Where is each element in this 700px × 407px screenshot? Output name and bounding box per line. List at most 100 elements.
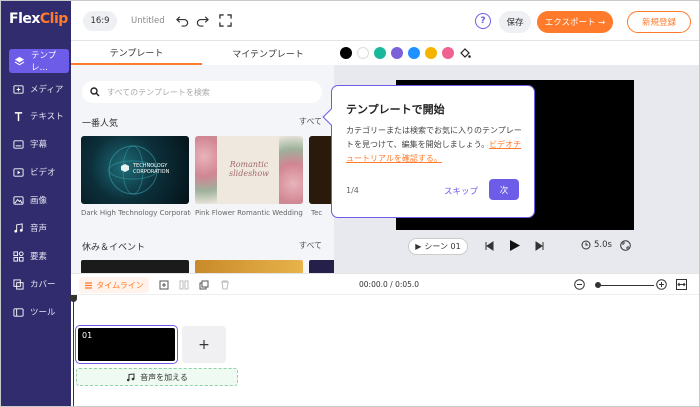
zoom-slider-track[interactable] [598,285,654,286]
template-caption: Dark High Technology Corporate... [81,209,191,217]
color-swatch-yellow[interactable] [425,47,437,59]
popup-step-count: 1/4 [346,186,359,195]
template-thumb-wedding[interactable]: Romantic slideshow [195,136,303,204]
elements-icon [13,250,24,262]
zoom-slider-handle[interactable] [595,282,601,288]
subtitle-icon [13,139,24,149]
flexclip-logo[interactable]: FlexClip [9,11,68,27]
sidebar-item-label: ツール [30,308,56,318]
add-scene-icon[interactable] [159,280,169,290]
sidebar-item-template[interactable]: テンプレ… [9,49,69,73]
background-color-bar [334,41,699,65]
play-icon[interactable] [509,239,521,252]
text-icon [14,111,23,121]
thumb-title-text: Romantic slideshow [229,160,269,178]
tool-icon [13,307,24,317]
color-swatch-black[interactable] [340,47,352,59]
previous-icon[interactable] [484,241,494,251]
add-clip-button[interactable]: + [182,326,226,363]
export-button[interactable]: エクスポート → [537,11,613,33]
tab-templates[interactable]: テンプレート [71,41,202,65]
section-title-popular: 一番人気 [82,119,119,129]
help-icon[interactable]: ? [475,13,491,29]
template-caption: Pink Flower Romantic Wedding ... [195,209,303,217]
fit-timeline-icon[interactable] [676,279,687,290]
see-all-popular-link[interactable]: すべて [299,116,322,127]
playhead-handle[interactable] [70,295,77,302]
template-thumb-holiday-3[interactable] [309,260,334,273]
paint-bucket-icon[interactable] [459,47,471,59]
flower-decoration-left [195,136,217,204]
sidebar-item-elements[interactable]: 要素 [1,244,71,268]
tab-my-templates[interactable]: マイテンプレート [202,41,334,65]
undo-icon[interactable] [176,14,189,27]
section-title-holidays: 休み＆イベント [82,243,146,253]
project-title[interactable]: Untitled [131,16,165,26]
color-swatch-teal[interactable] [374,47,386,59]
split-icon[interactable] [179,280,189,290]
playhead[interactable] [73,295,74,406]
template-thumb-holiday-1[interactable] [81,260,189,273]
onboarding-popup: テンプレートで開始 カテゴリーまたは検索でお気に入りのテンプレートを見つけて、編… [322,85,535,218]
timeline-button[interactable]: タイムライン [79,277,149,293]
timeline-icon [85,281,93,289]
clip-number: 01 [82,331,93,340]
save-button[interactable]: 保存 [499,11,531,33]
media-icon [13,84,24,94]
zoom-out-icon[interactable] [574,279,585,290]
plus-icon: + [198,336,210,353]
play-small-icon: ▶ [415,242,422,251]
music-icon [14,222,23,233]
thumb-title-text: TECHNOLOGY CORPORATION [133,163,170,175]
color-swatch-purple[interactable] [391,47,403,59]
next-button[interactable]: 次 [489,179,519,200]
sidebar-item-cover[interactable]: カバー [1,272,71,296]
skip-button[interactable]: スキップ [444,185,478,197]
fullscreen-preview-icon[interactable] [620,240,631,251]
sidebar: FlexClip テンプレ… メディア テキスト 字幕 ビデオ 画像 音声 要素… [1,1,71,406]
delete-icon[interactable] [220,280,230,290]
sidebar-item-video[interactable]: ビデオ [1,160,71,184]
timeline-clip[interactable]: 01 [75,325,178,364]
sidebar-item-label: メディア [30,85,64,95]
timeline-label: タイムライン [96,280,144,290]
app-window: FlexClip テンプレ… メディア テキスト 字幕 ビデオ 画像 音声 要素… [0,0,700,407]
popup-body: カテゴリーまたは検索でお気に入りのテンプレートを見つけて、編集を開始しましょう。… [346,124,528,166]
register-button[interactable]: 新規登録 [627,11,691,33]
sidebar-item-label: ビデオ [30,168,56,178]
color-swatch-blue[interactable] [408,47,420,59]
redo-icon[interactable] [196,14,209,27]
sidebar-item-subtitle[interactable]: 字幕 [1,132,71,156]
sidebar-item-label: 要素 [30,252,48,262]
see-all-holidays-link[interactable]: すべて [299,240,322,251]
search-input[interactable]: すべてのテンプレートを検索 [82,81,322,103]
next-icon[interactable] [535,241,545,251]
timeline-toolbar: タイムライン 00:00.0 / 0:05.0 [71,273,699,295]
template-thumb-technology[interactable]: TECHNOLOGY CORPORATION [81,136,189,204]
popup-title: テンプレートで開始 [346,103,445,116]
scene-duration[interactable]: 5.0s [581,240,612,250]
add-audio-track[interactable]: 音声を加える [76,368,238,386]
duration-value: 5.0s [594,240,612,250]
sidebar-item-media[interactable]: メディア [1,77,71,101]
scene-label: シーン 01 [424,242,461,251]
sidebar-item-label: テキスト [30,112,64,122]
template-panel: テンプレート マイテンプレート すべてのテンプレートを検索 一番人気 すべて T… [71,41,334,273]
timeline-time: 00:00.0 / 0:05.0 [359,280,420,289]
sidebar-item-label: 音声 [30,224,48,234]
template-thumb-holiday-2[interactable] [195,260,303,273]
sidebar-item-tool[interactable]: ツール [1,300,71,324]
sidebar-item-image[interactable]: 画像 [1,188,71,212]
duplicate-icon[interactable] [199,280,209,290]
fullscreen-icon[interactable] [219,14,232,27]
scene-selector[interactable]: ▶ シーン 01 [408,238,468,255]
color-swatch-pink[interactable] [442,47,454,59]
sidebar-item-label: テンプレ… [31,51,57,73]
top-bar: 16:9 Untitled ? 保存 エクスポート → 新規登録 [71,1,699,41]
sidebar-item-text[interactable]: テキスト [1,104,71,128]
zoom-in-icon[interactable] [656,279,667,290]
color-swatch-white[interactable] [357,47,369,59]
sidebar-item-music[interactable]: 音声 [1,216,71,240]
aspect-ratio-button[interactable]: 16:9 [83,11,117,31]
template-tabs: テンプレート マイテンプレート [71,41,334,65]
